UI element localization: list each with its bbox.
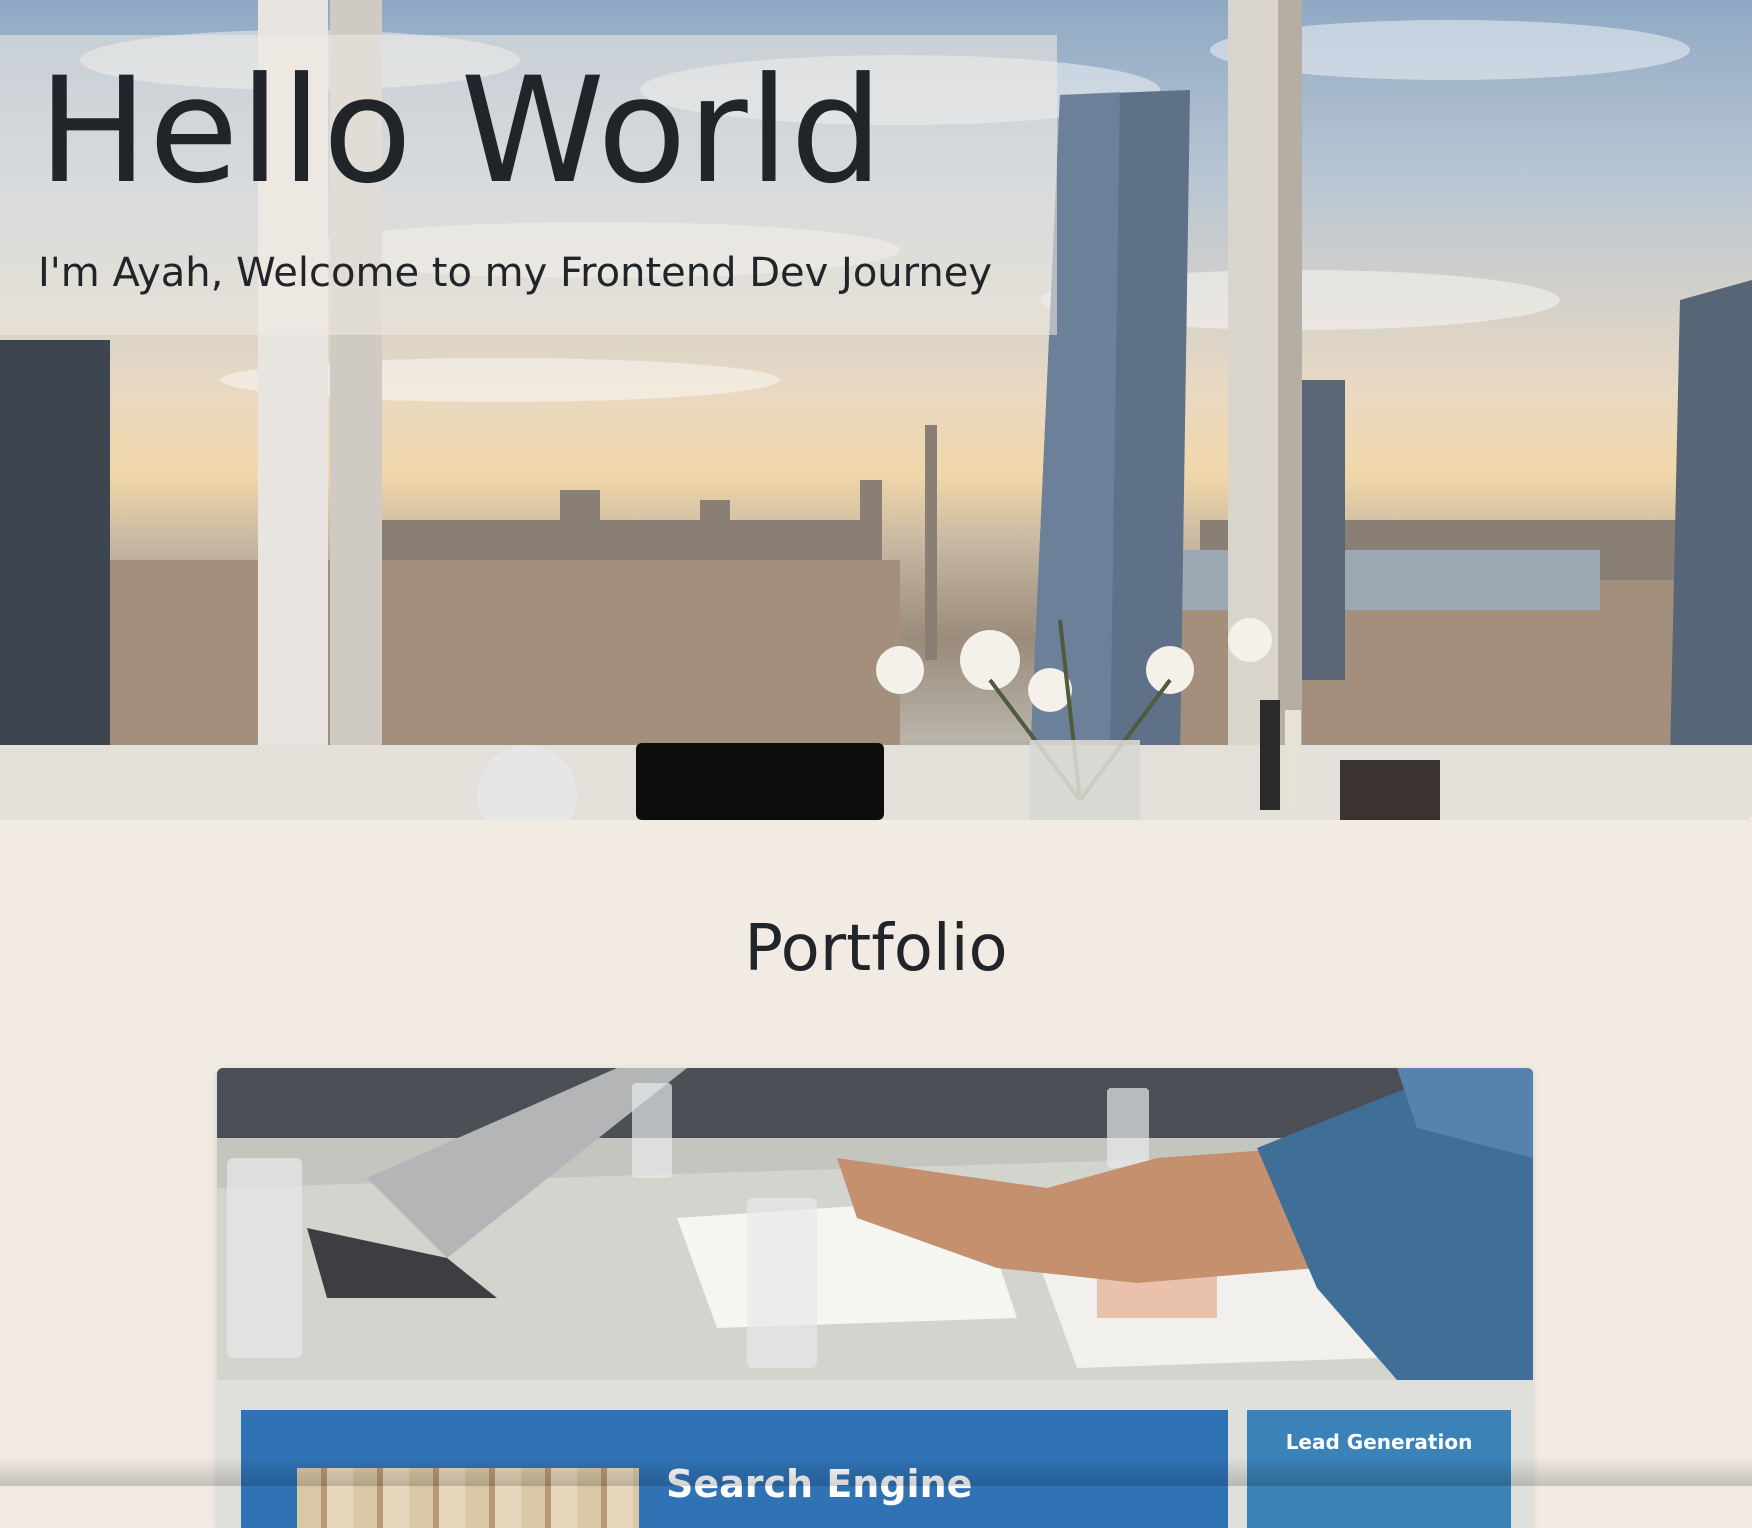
hero-subtitle: I'm Ayah, Welcome to my Frontend Dev Jou…	[38, 250, 993, 296]
portfolio-heading: Portfolio	[744, 912, 1008, 986]
bottom-edge-shadow	[0, 1456, 1752, 1486]
hero-section: Hello World I'm Ayah, Welcome to my Fron…	[0, 0, 1752, 820]
hero-title: Hello World	[38, 46, 884, 216]
meeting-table-photo	[217, 1068, 1533, 1380]
thumbnail-side-label: Lead Generation	[1285, 1430, 1473, 1454]
portfolio-card-image	[217, 1068, 1533, 1380]
